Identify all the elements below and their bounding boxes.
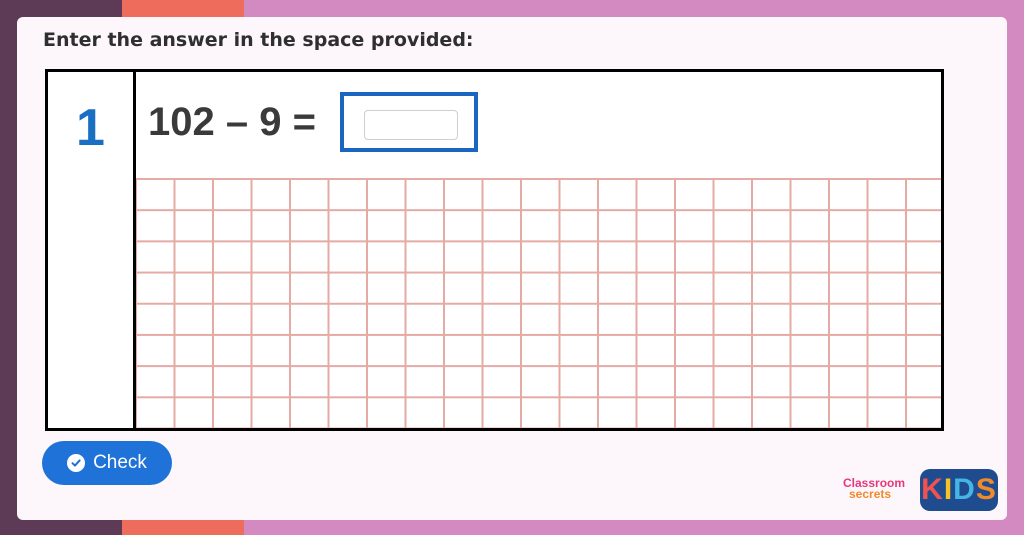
question-card: Enter the answer in the space provided: … — [17, 17, 1007, 520]
kids-letter-s: S — [975, 473, 997, 506]
answer-frame — [340, 92, 478, 152]
question-number-column: 1 — [48, 72, 136, 428]
kids-letter-i: I — [943, 473, 954, 506]
check-button-label: Check — [93, 452, 147, 473]
equation-text: 102 – 9 = — [148, 100, 316, 144]
kids-letter-k: K — [921, 473, 944, 506]
working-grid — [136, 178, 941, 428]
check-button[interactable]: Check — [42, 441, 172, 485]
answer-input[interactable] — [364, 110, 458, 140]
instruction-text: Enter the answer in the space provided: — [43, 29, 474, 51]
kids-letter-d: D — [953, 473, 976, 506]
question-number: 1 — [76, 99, 105, 157]
check-circle-icon — [67, 454, 86, 472]
logo-text-secrets: secrets — [849, 487, 892, 501]
classroom-secrets-kids-logo: Classroom secrets K I D S — [843, 469, 999, 511]
question-box: 1 102 – 9 = — [45, 69, 944, 431]
kids-badge: K I D S — [920, 469, 998, 511]
